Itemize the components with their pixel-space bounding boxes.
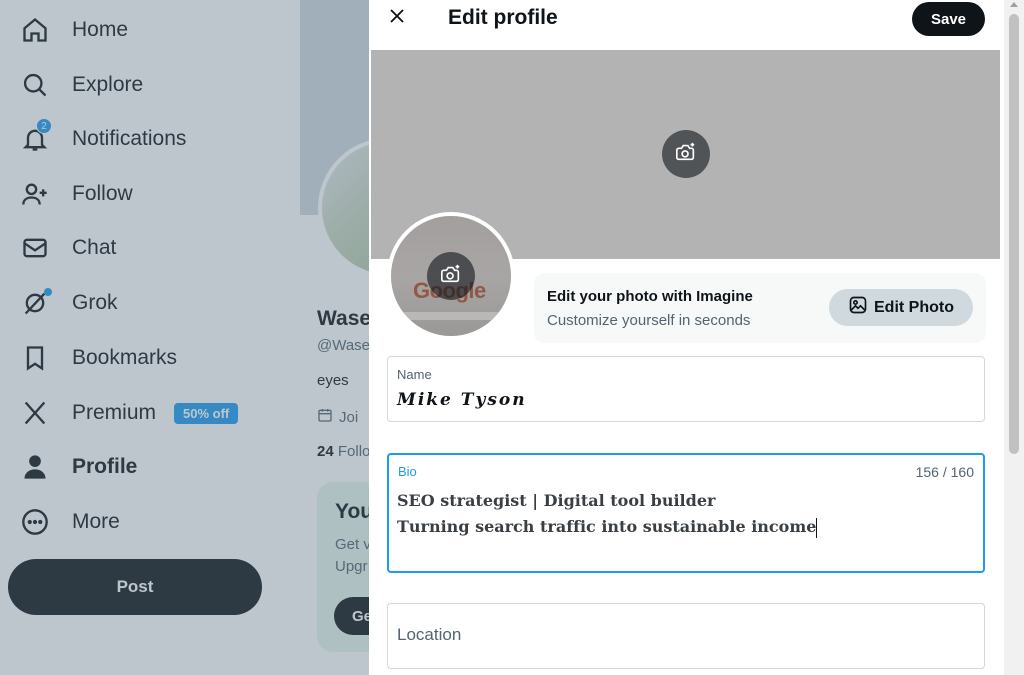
edit-photo-button[interactable]: Edit Photo bbox=[829, 289, 973, 326]
change-banner-button[interactable] bbox=[662, 130, 710, 178]
imagine-promo-card: Edit your photo with Imagine Customize y… bbox=[534, 273, 986, 343]
location-field[interactable]: Location bbox=[387, 603, 985, 669]
save-button[interactable]: Save bbox=[912, 2, 985, 36]
imagine-title: Edit your photo with Imagine bbox=[547, 288, 753, 305]
bio-field-label: Bio bbox=[398, 464, 417, 479]
scrollbar-thumb[interactable] bbox=[1009, 14, 1019, 454]
bio-char-count: 156 / 160 bbox=[915, 464, 974, 480]
imagine-subtitle: Customize yourself in seconds bbox=[547, 312, 751, 329]
bio-field[interactable]: Bio 156 / 160 𝐒𝐄𝐎 𝐬𝐭𝐫𝐚𝐭𝐞𝐠𝐢𝐬𝐭 | 𝐃𝐢𝐠𝐢𝐭𝐚𝐥 𝐭… bbox=[387, 453, 985, 573]
bio-line-2-row: 𝐓𝐮𝐫𝐧𝐢𝐧𝐠 𝐬𝐞𝐚𝐫𝐜𝐡 𝐭𝐫𝐚𝐟𝐟𝐢𝐜 𝐢𝐧𝐭𝐨 𝐬𝐮𝐬𝐭𝐚𝐢𝐧𝐚𝐛𝐥𝐞 … bbox=[397, 514, 818, 540]
close-button[interactable] bbox=[385, 6, 409, 30]
name-field-label: Name bbox=[397, 367, 432, 382]
modal-header: Edit profile Save bbox=[369, 0, 1004, 50]
modal-title: Edit profile bbox=[448, 6, 558, 29]
edit-photo-label: Edit Photo bbox=[874, 298, 954, 316]
bio-line-2: 𝐓𝐮𝐫𝐧𝐢𝐧𝐠 𝐬𝐞𝐚𝐫𝐜𝐡 𝐭𝐫𝐚𝐟𝐟𝐢𝐜 𝐢𝐧𝐭𝐨 𝐬𝐮𝐬𝐭𝐚𝐢𝐧𝐚𝐛𝐥𝐞 … bbox=[397, 517, 817, 536]
location-placeholder: Location bbox=[397, 625, 462, 644]
change-avatar-button[interactable] bbox=[427, 252, 475, 300]
close-icon bbox=[388, 7, 406, 30]
bio-field-value: 𝐒𝐄𝐎 𝐬𝐭𝐫𝐚𝐭𝐞𝐠𝐢𝐬𝐭 | 𝐃𝐢𝐠𝐢𝐭𝐚𝐥 𝐭𝐨𝐨𝐥 𝐛𝐮𝐢𝐥𝐝𝐞𝐫 𝐓𝐮𝐫… bbox=[397, 488, 818, 540]
name-field[interactable]: Name 𝑴𝒊𝒌𝒆 𝑻𝒚𝒔𝒐𝒏 bbox=[387, 356, 985, 422]
bio-line-1: 𝐒𝐄𝐎 𝐬𝐭𝐫𝐚𝐭𝐞𝐠𝐢𝐬𝐭 | 𝐃𝐢𝐠𝐢𝐭𝐚𝐥 𝐭𝐨𝐨𝐥 𝐛𝐮𝐢𝐥𝐝𝐞𝐫 bbox=[397, 491, 716, 510]
add-photo-icon bbox=[440, 263, 462, 290]
scroll-up-arrow-icon[interactable] bbox=[1010, 2, 1018, 7]
photo-edit-icon bbox=[848, 295, 868, 320]
edit-profile-modal: Edit profile Save Google Edit your photo… bbox=[369, 0, 1004, 675]
scrollbar[interactable] bbox=[1004, 0, 1024, 675]
add-photo-icon bbox=[675, 141, 697, 168]
name-field-value: 𝑴𝒊𝒌𝒆 𝑻𝒚𝒔𝒐𝒏 bbox=[397, 390, 527, 410]
avatar-image: Google bbox=[387, 212, 515, 340]
text-caret bbox=[816, 517, 818, 538]
